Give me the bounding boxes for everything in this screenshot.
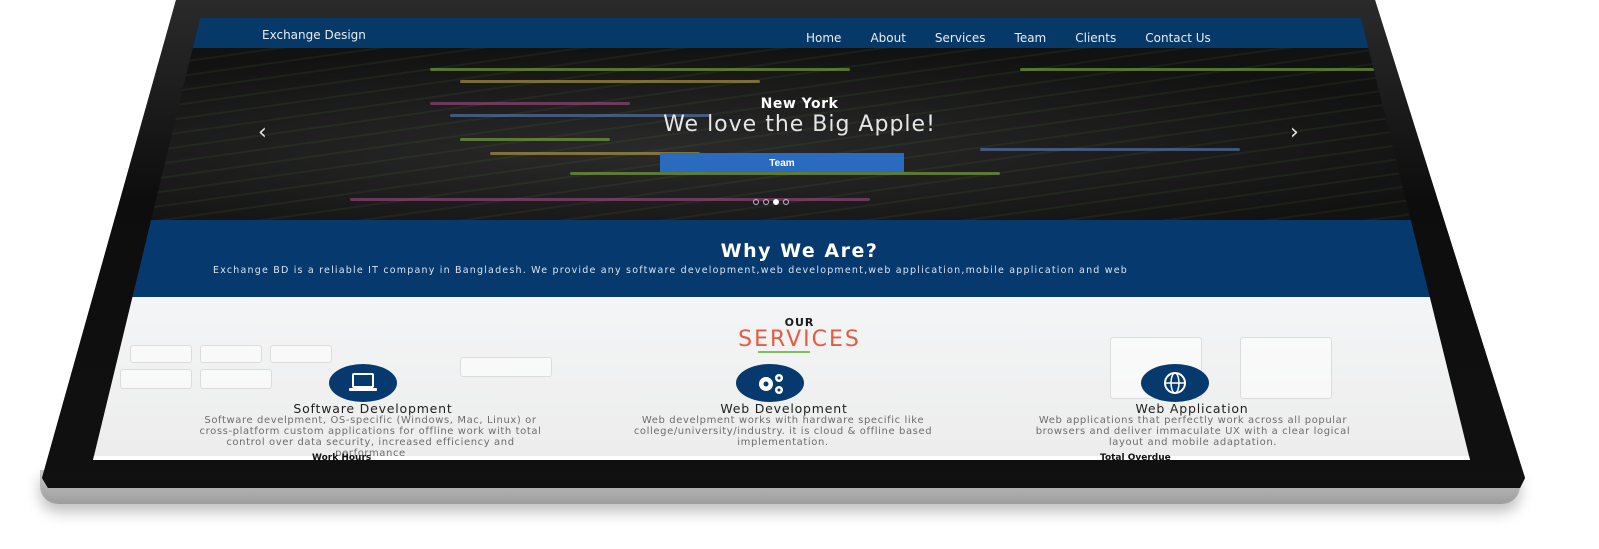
services-title: SERVICES (738, 327, 861, 352)
keyboard-decoration (120, 369, 192, 389)
code-decoration (460, 80, 760, 83)
title-underline (758, 351, 810, 353)
nav-links: Home About Services Team Clients Contact… (806, 31, 1211, 45)
nav-team[interactable]: Team (1015, 31, 1047, 45)
service-name: Web Development (720, 401, 848, 416)
why-title: Why We Are? (720, 240, 879, 262)
gears-icon (736, 364, 804, 402)
nav-clients[interactable]: Clients (1075, 31, 1116, 45)
service-name: Web Application (1135, 401, 1249, 416)
carousel-dot[interactable] (783, 199, 789, 205)
carousel-dot[interactable] (763, 199, 769, 205)
code-decoration (980, 148, 1240, 151)
nav-contact-us[interactable]: Contact Us (1145, 31, 1211, 45)
keyboard-decoration (460, 357, 552, 377)
keyboard-decoration (200, 369, 272, 389)
code-decoration (460, 138, 610, 141)
service-description: Web develpment works with hardware speci… (633, 415, 933, 448)
hero-title: We love the Big Apple! (663, 112, 936, 137)
hero-subtitle: New York (760, 96, 839, 112)
nav-home[interactable]: Home (806, 31, 841, 45)
laptop-icon (329, 364, 397, 402)
globe-icon (1141, 364, 1209, 402)
service-description: Web applications that perfectly work acr… (1035, 415, 1351, 448)
hero-team-button[interactable]: Team (660, 153, 904, 172)
nav-about[interactable]: About (870, 31, 905, 45)
nav-services[interactable]: Services (935, 31, 986, 45)
code-decoration (430, 68, 850, 71)
service-name: Software Development (293, 401, 453, 416)
brand-logo[interactable]: Exchange Design (262, 28, 366, 42)
carousel-indicators (753, 199, 789, 205)
code-decoration (350, 198, 870, 201)
carousel-dot[interactable] (753, 199, 759, 205)
code-decoration (1020, 68, 1380, 71)
carousel-dot-active[interactable] (773, 199, 779, 205)
why-text: Exchange BD is a reliable IT company in … (213, 265, 1128, 276)
